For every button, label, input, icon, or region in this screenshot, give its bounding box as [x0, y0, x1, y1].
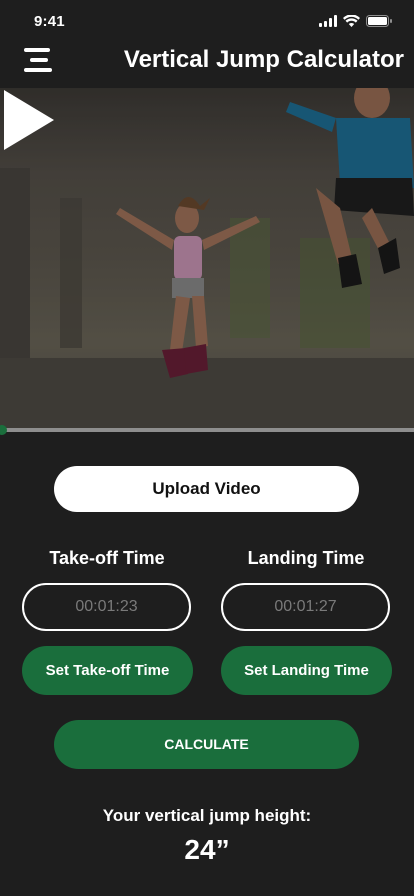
result-value: 24”	[184, 834, 230, 865]
menu-icon-bar	[30, 58, 48, 62]
signal-icon	[319, 15, 337, 27]
takeoff-time-label: Take-off Time	[49, 548, 165, 568]
menu-icon	[24, 48, 50, 52]
result-label: Your vertical jump height:	[102, 806, 312, 825]
video-thumbnail	[0, 88, 414, 428]
status-icons	[319, 15, 392, 27]
status-time: 9:41	[34, 13, 65, 30]
video-player[interactable]	[0, 88, 414, 428]
page-title: Vertical Jump Calculator	[123, 46, 404, 73]
calculate-button[interactable]: CALCULATE	[54, 720, 359, 769]
wifi-icon	[343, 15, 360, 27]
set-landing-time-button[interactable]: Set Landing Time	[221, 646, 392, 695]
menu-button[interactable]	[24, 46, 56, 74]
status-bar: 9:41	[0, 0, 414, 44]
menu-icon-bar	[24, 68, 52, 72]
landing-time-field[interactable]: 00:01:27	[221, 583, 390, 631]
video-progress-bar[interactable]	[0, 425, 414, 435]
battery-icon	[366, 15, 392, 27]
set-takeoff-time-button[interactable]: Set Take-off Time	[22, 646, 193, 695]
upload-video-button[interactable]: Upload Video	[54, 466, 359, 512]
app-header: Vertical Jump Calculator	[0, 44, 414, 88]
play-icon[interactable]	[0, 88, 56, 152]
landing-time-label: Landing Time	[247, 548, 365, 568]
takeoff-time-field[interactable]: 00:01:23	[22, 583, 191, 631]
progress-handle[interactable]	[0, 425, 8, 435]
